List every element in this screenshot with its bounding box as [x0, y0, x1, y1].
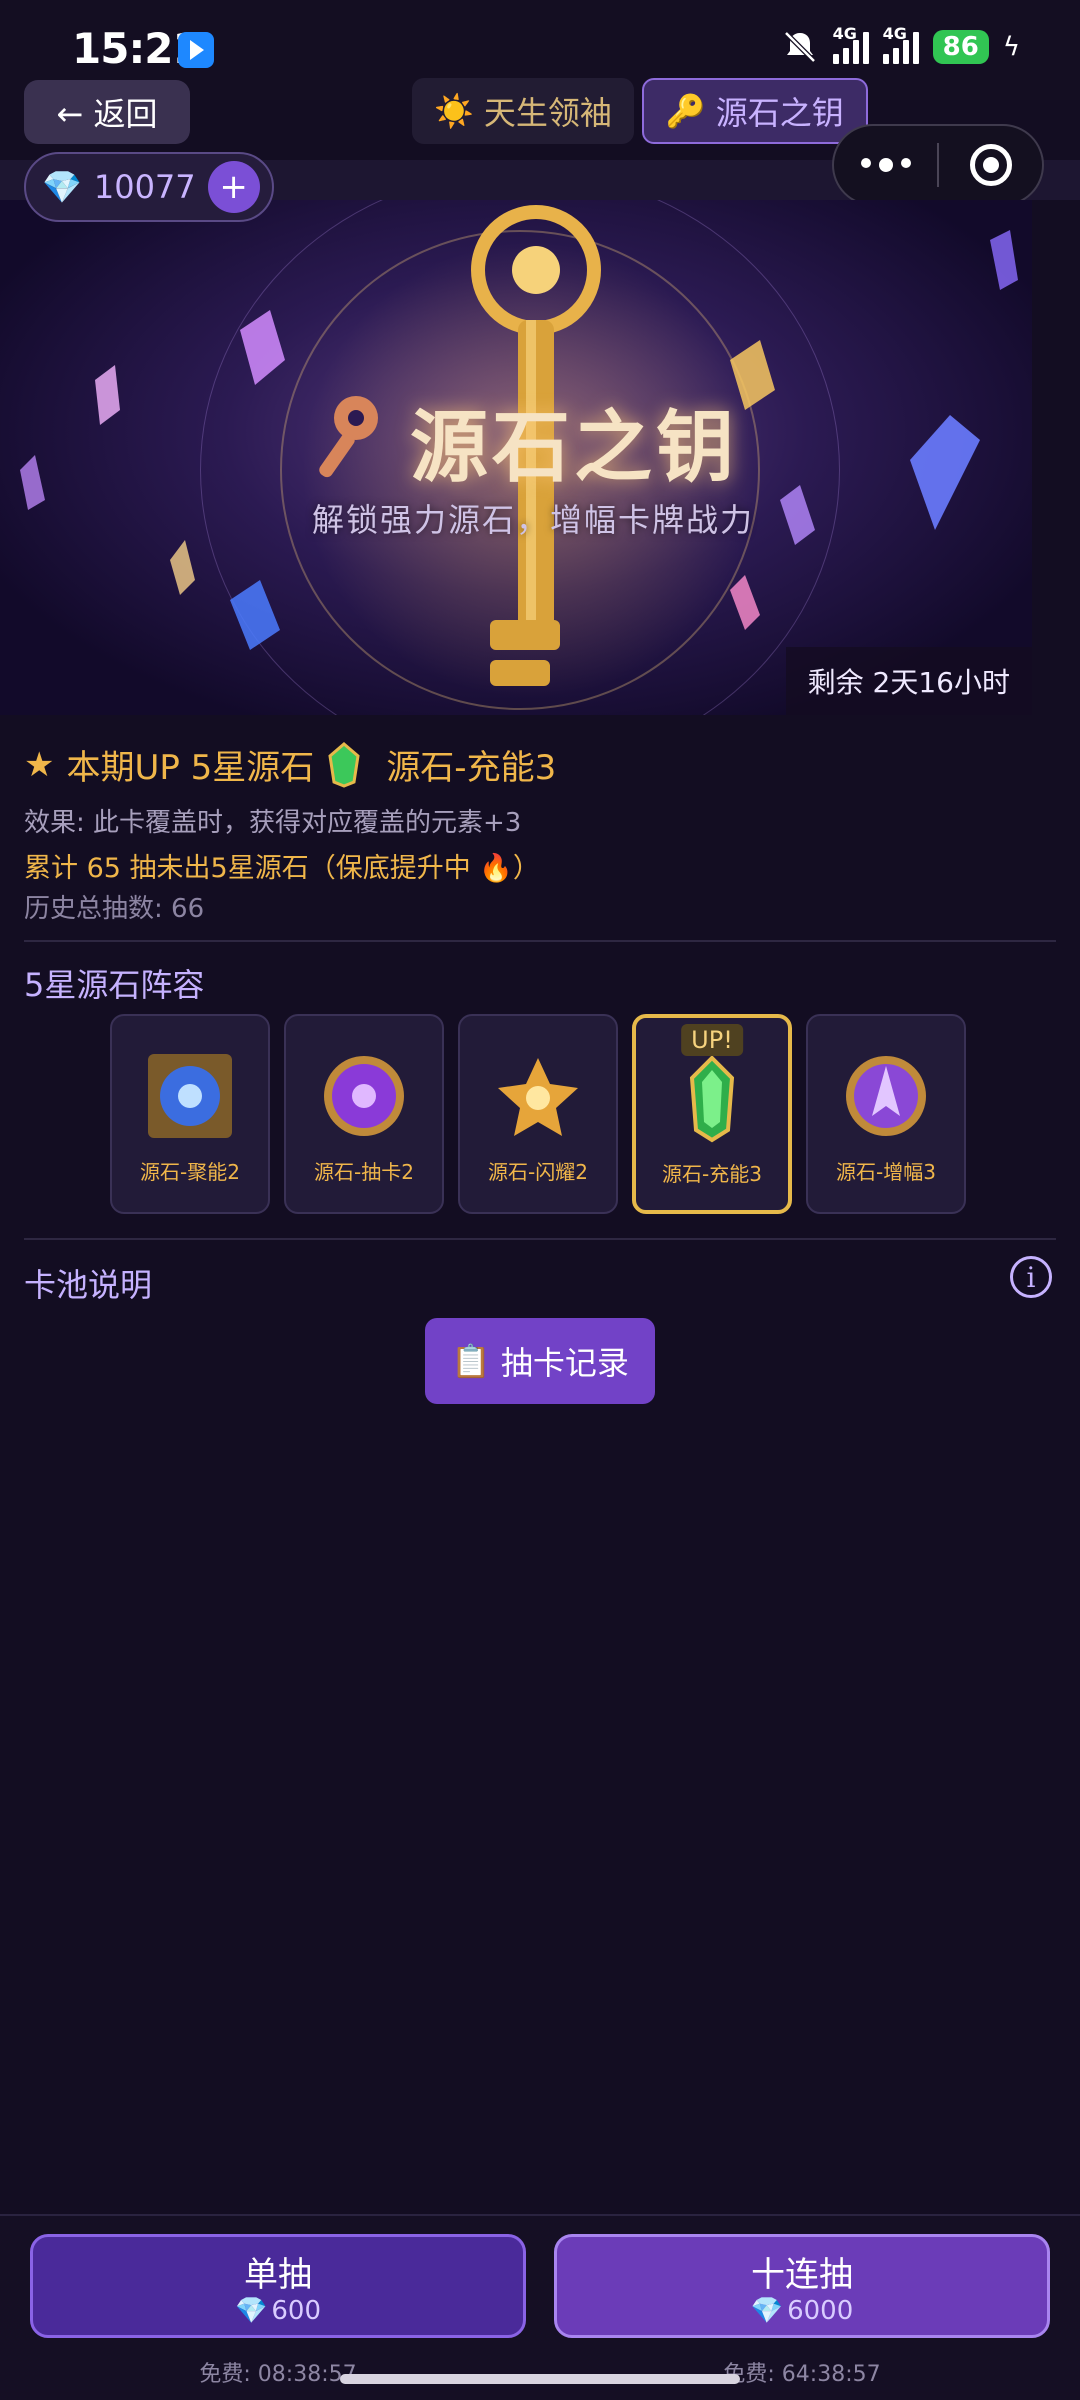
stone-card[interactable]: 源石-增幅3	[806, 1014, 966, 1214]
draw-history-button[interactable]: 📋 抽卡记录	[425, 1318, 655, 1404]
stone-card[interactable]: 源石-闪耀2	[458, 1014, 618, 1214]
diamond-icon: 💎	[750, 2295, 784, 2326]
gem-amount: 10077	[93, 168, 196, 206]
single-draw-cost: 💎 600	[235, 2296, 321, 2326]
system-icons: 4G 4G 86 ϟ	[781, 24, 1020, 66]
stone-art-icon	[846, 1056, 926, 1136]
banner-subtitle: 解锁强力源石，增幅卡牌战力	[312, 501, 755, 539]
cost-value: 600	[271, 2295, 321, 2326]
up-badge: UP!	[681, 1024, 743, 1056]
pool-desc-title: 卡池说明	[24, 1266, 153, 1304]
total-draws: 历史总抽数: 66	[24, 894, 205, 924]
single-draw-label: 单抽	[244, 2254, 312, 2295]
banner-title: 源石之钥	[410, 403, 739, 493]
battery-icon: 86	[932, 30, 989, 64]
lineup-cards: 源石-聚能2 源石-抽卡2 源石-闪耀2 UP! 源石-充能3 源石-增幅3	[110, 1014, 966, 1214]
up-info: ★ 本期UP 5星源石 源石-充能3	[24, 740, 556, 789]
remaining-time: 剩余 2天16小时	[785, 647, 1032, 715]
ten-draw-button[interactable]: 十连抽 💎 6000	[554, 2234, 1050, 2338]
draw-bar: 单抽 💎 600 免费: 08:38:57 十连抽 💎 6000 免费: 64:…	[0, 2214, 1080, 2400]
diamond-icon: 💎	[234, 2295, 268, 2326]
stone-name: 源石-聚能2	[140, 1160, 240, 1184]
stone-name: 源石-充能3	[662, 1162, 762, 1186]
pool-tabs: ☀️ 天生领袖 🔑 源石之钥	[412, 78, 868, 144]
pool-banner: 源石之钥 解锁强力源石，增幅卡牌战力 剩余 2天16小时	[0, 200, 1032, 715]
green-gem-icon	[328, 741, 360, 788]
network-label: 4G	[882, 24, 907, 43]
back-button[interactable]: ← 返回	[24, 80, 190, 144]
stone-name: 源石-增幅3	[836, 1160, 936, 1184]
miniprogram-capsule	[832, 124, 1044, 206]
signal-icon: 4G	[832, 24, 869, 64]
mute-icon	[783, 31, 816, 63]
close-miniprogram-icon[interactable]	[939, 144, 1042, 186]
stone-card-up[interactable]: UP! 源石-充能3	[632, 1014, 792, 1214]
up-item-name: 源石-充能3	[386, 748, 557, 788]
charging-icon: ϟ	[1002, 32, 1020, 62]
more-options-icon[interactable]	[834, 158, 937, 172]
clipboard-icon: 📋	[451, 1342, 491, 1380]
stone-name: 源石-抽卡2	[314, 1160, 414, 1184]
stone-card[interactable]: 源石-聚能2	[110, 1014, 270, 1214]
stone-name: 源石-闪耀2	[488, 1160, 588, 1184]
key-icon: 🔑	[665, 92, 706, 130]
ten-draw-cost: 💎 6000	[751, 2296, 854, 2326]
draw-history-label: 抽卡记录	[500, 1344, 629, 1382]
pity-counter: 累计 65 抽未出5星源石（保底提升中 🔥）	[24, 853, 540, 884]
up-label: 本期UP 5星源石	[66, 748, 315, 788]
stone-art-icon	[324, 1056, 404, 1136]
diamond-icon: 💎	[42, 168, 82, 206]
single-draw-button[interactable]: 单抽 💎 600	[30, 2234, 526, 2338]
tab-label: 天生领袖	[483, 94, 612, 132]
add-gems-button[interactable]: +	[207, 161, 260, 213]
ten-draw-label: 十连抽	[751, 2254, 853, 2295]
sun-icon: ☀️	[434, 92, 474, 130]
divider	[24, 1238, 1056, 1240]
home-indicator[interactable]	[340, 2374, 740, 2384]
cost-value: 6000	[787, 2295, 854, 2326]
network-label: 4G	[832, 24, 857, 43]
lineup-title: 5星源石阵容	[24, 966, 205, 1004]
signal-icon: 4G	[882, 24, 919, 64]
stone-art-icon	[498, 1058, 578, 1136]
info-icon[interactable]: i	[1010, 1256, 1052, 1298]
key-icon	[319, 396, 378, 478]
stone-art-icon	[148, 1054, 232, 1138]
stone-art-icon	[689, 1055, 735, 1143]
tab-label: 源石之钥	[715, 94, 844, 132]
tab-origin-key[interactable]: 🔑 源石之钥	[641, 78, 868, 144]
star-icon: ★	[24, 744, 55, 785]
app-notification-icon	[178, 32, 214, 68]
divider	[24, 940, 1056, 942]
stone-card[interactable]: 源石-抽卡2	[284, 1014, 444, 1214]
tab-natural-leader[interactable]: ☀️ 天生领袖	[412, 78, 634, 144]
effect-text: 效果: 此卡覆盖时，获得对应覆盖的元素+3	[24, 808, 522, 838]
gem-balance: 💎 10077 +	[24, 152, 274, 222]
